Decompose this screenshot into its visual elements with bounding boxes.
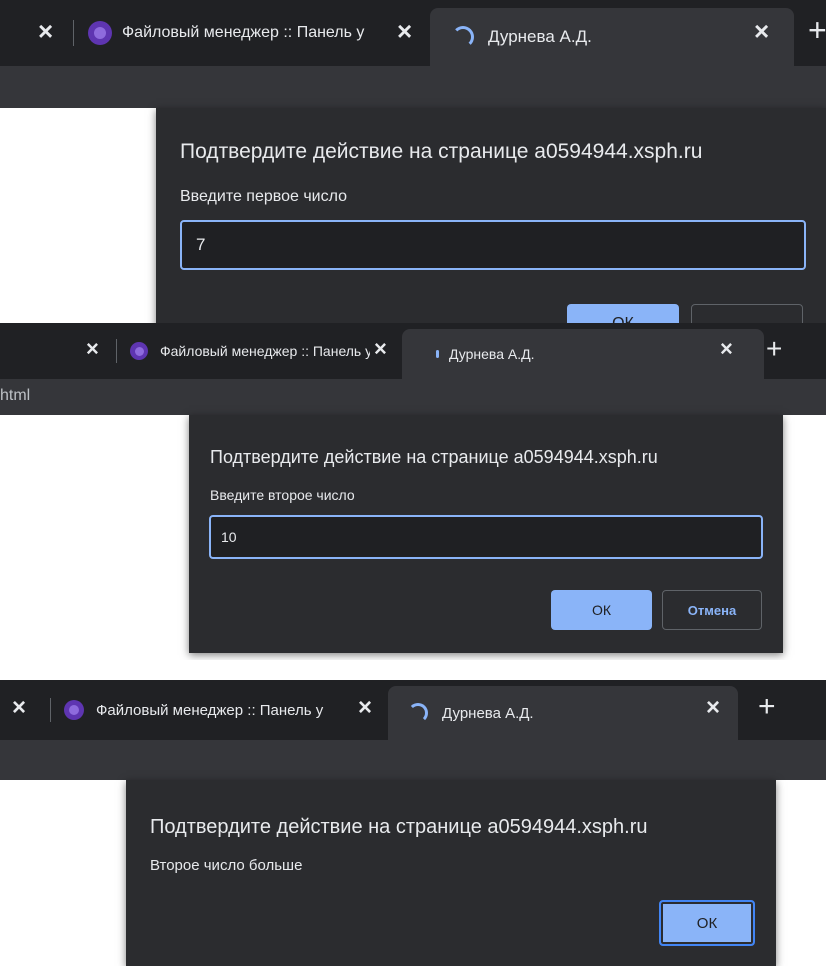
file-manager-favicon-icon xyxy=(130,342,148,360)
new-tab-icon[interactable]: + xyxy=(758,690,776,724)
tab-active[interactable]: Дурнева А.Д. xyxy=(388,686,738,740)
address-bar-text[interactable]: html xyxy=(0,387,30,405)
screenshot-panel-3: × Файловый менеджер :: Панель у × Дурнев… xyxy=(0,680,826,966)
tab-title-active: Дурнева А.Д. xyxy=(449,346,535,362)
tab-file-manager[interactable]: Файловый менеджер :: Панель у xyxy=(130,323,390,379)
dialog-title: Подтвердите действие на странице a059494… xyxy=(210,447,658,467)
close-icon[interactable]: × xyxy=(38,16,53,47)
active-tab-close-icon[interactable]: × xyxy=(754,16,769,47)
number-input[interactable] xyxy=(180,220,806,270)
active-tab-close-icon[interactable]: × xyxy=(720,336,733,362)
close-icon[interactable]: × xyxy=(12,694,26,722)
cancel-button[interactable]: Отмена xyxy=(662,590,762,630)
file-manager-favicon-icon xyxy=(64,700,84,720)
dialog-title: Подтвердите действие на странице a059494… xyxy=(150,816,648,838)
ok-button[interactable]: ОК xyxy=(659,900,755,946)
tab-strip: × Файловый менеджер :: Панель у × Дурнев… xyxy=(0,680,826,740)
tab-divider xyxy=(73,20,74,46)
browser-toolbar xyxy=(0,66,826,108)
loading-spinner-icon xyxy=(452,26,474,48)
tab-title-active: Дурнева А.Д. xyxy=(442,704,534,722)
cancel-button[interactable] xyxy=(691,304,803,323)
screenshot-panel-2: × Файловый менеджер :: Панель у × Дурнев… xyxy=(0,323,826,660)
dialog-title: Подтвердите действие на странице a059494… xyxy=(180,140,703,163)
browser-toolbar: html xyxy=(0,379,826,415)
file-manager-favicon-icon xyxy=(88,21,112,45)
loading-spinner-icon xyxy=(408,703,428,723)
tab-file-manager[interactable]: Файловый менеджер :: Панель у xyxy=(64,680,354,740)
prompt-dialog: Подтвердите действие на странице a059494… xyxy=(156,108,826,323)
tab-active[interactable]: Дурнева А.Д. xyxy=(430,8,794,66)
tab-close-icon[interactable]: × xyxy=(374,336,387,362)
ok-button[interactable]: ОК xyxy=(551,590,652,630)
tab-title-active: Дурнева А.Д. xyxy=(488,27,592,46)
loading-indicator-icon xyxy=(436,350,439,358)
active-tab-close-icon[interactable]: × xyxy=(706,694,720,722)
tab-title: Файловый менеджер :: Панель у xyxy=(96,701,324,719)
tab-file-manager[interactable]: Файловый менеджер :: Панель у xyxy=(88,0,418,66)
tab-divider xyxy=(50,698,51,722)
new-tab-icon[interactable]: + xyxy=(808,12,826,49)
tab-strip: × Файловый менеджер :: Панель у × Дурнев… xyxy=(0,323,826,379)
prompt-dialog: Подтвердите действие на странице a059494… xyxy=(189,415,783,653)
dialog-message: Второе число больше xyxy=(150,857,303,874)
tab-strip: × Файловый менеджер :: Панель у × Дурнев… xyxy=(0,0,826,66)
number-input[interactable] xyxy=(209,515,763,559)
alert-dialog: Подтвердите действие на странице a059494… xyxy=(126,780,776,966)
new-tab-icon[interactable]: + xyxy=(766,333,782,365)
dialog-message: Введите второе число xyxy=(210,487,355,503)
tab-title: Файловый менеджер :: Панель у xyxy=(160,343,370,359)
tab-active[interactable]: Дурнева А.Д. xyxy=(402,329,764,379)
tab-close-icon[interactable]: × xyxy=(358,694,372,722)
tab-divider xyxy=(116,339,117,363)
ok-button[interactable]: ОК xyxy=(567,304,679,323)
tab-close-icon[interactable]: × xyxy=(397,16,412,47)
dialog-message: Введите первое число xyxy=(180,188,348,205)
screenshot-panel-1: × Файловый менеджер :: Панель у × Дурнев… xyxy=(0,0,826,323)
close-icon[interactable]: × xyxy=(86,336,99,362)
browser-toolbar xyxy=(0,740,826,780)
tab-title: Файловый менеджер :: Панель у xyxy=(122,24,365,41)
